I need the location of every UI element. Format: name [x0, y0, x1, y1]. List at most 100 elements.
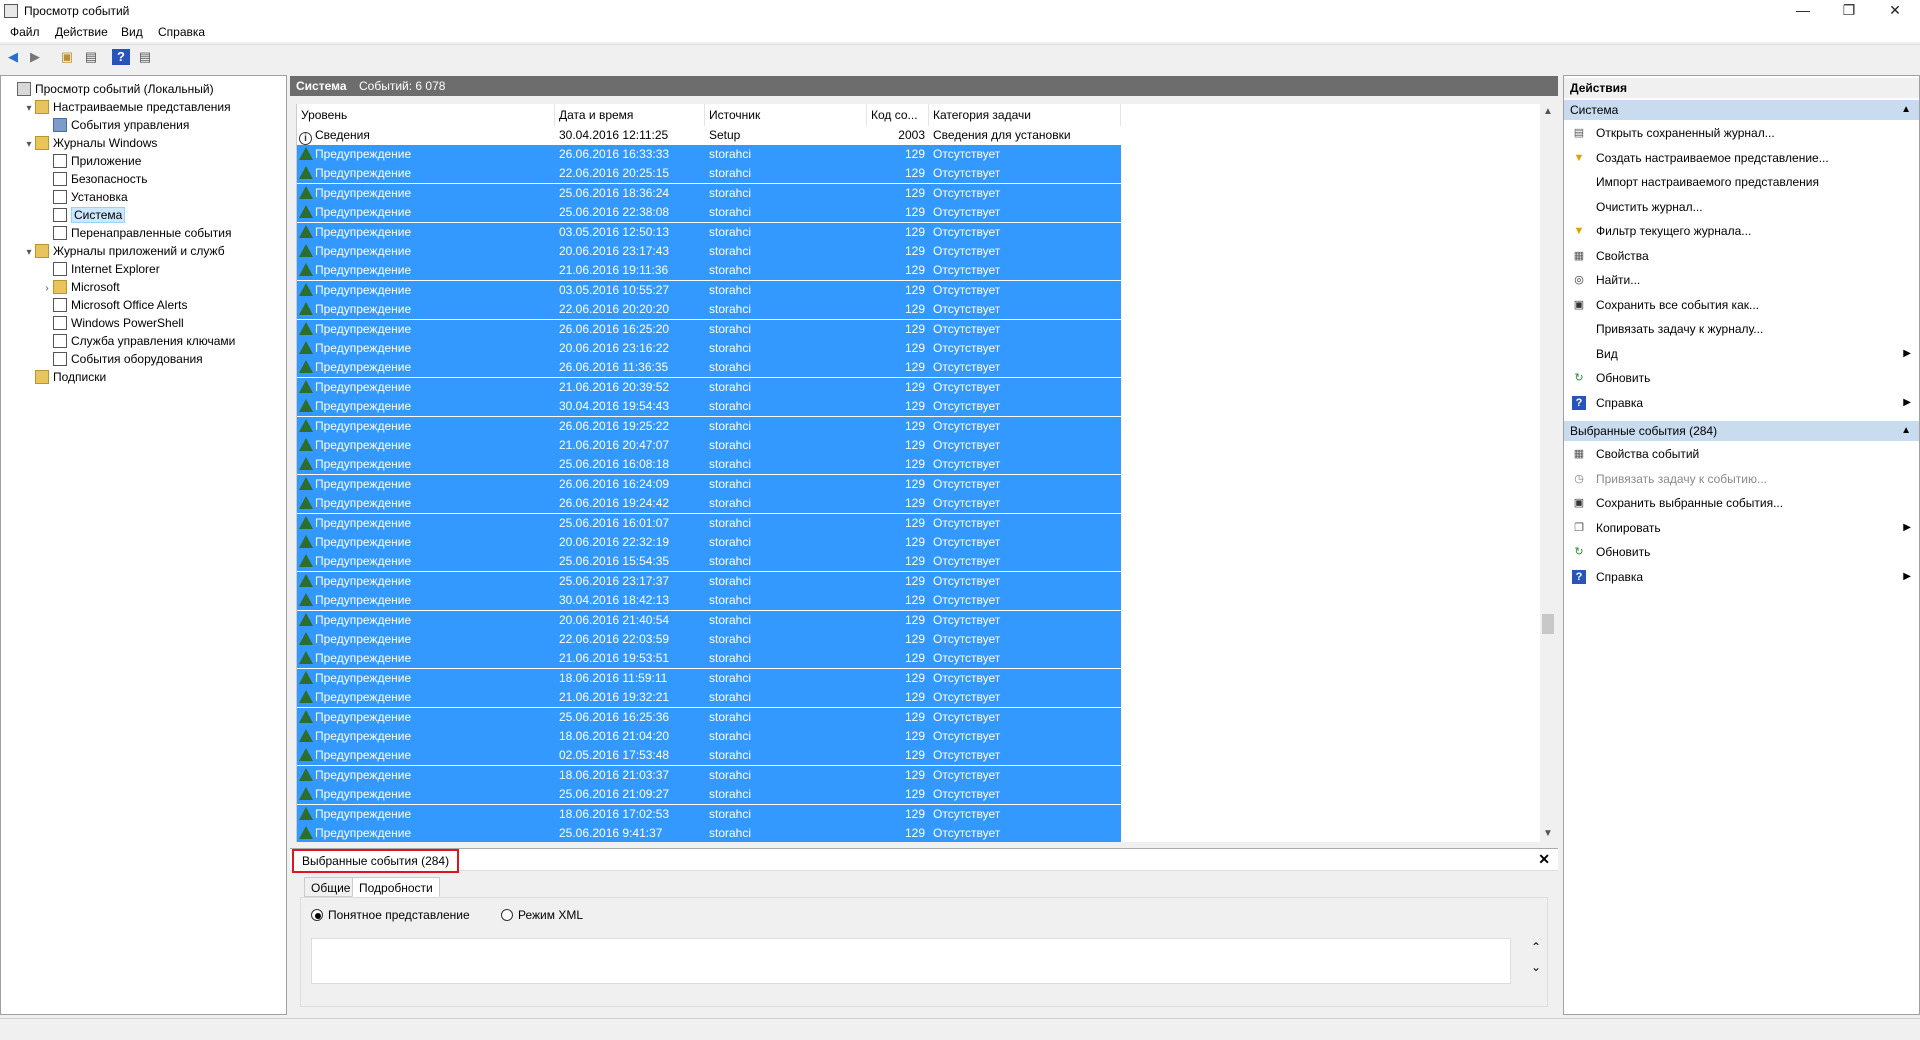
tree-item[interactable]: Просмотр событий (Локальный) — [5, 80, 214, 98]
action-item[interactable]: ▤ Открыть сохраненный журнал... — [1564, 122, 1919, 144]
expander-icon[interactable]: ▾ — [23, 100, 35, 118]
table-row[interactable]: Предупреждение 26.06.2016 16:24:09 storahc… — [297, 474, 1121, 494]
table-row[interactable]: Предупреждение 25.06.2016 18:36:24 storahc… — [297, 183, 1121, 203]
menu-action[interactable]: Действие — [55, 25, 108, 39]
table-row[interactable]: Предупреждение 30.04.2016 18:42:13 storahc… — [297, 591, 1121, 611]
action-item[interactable]: ▼ Создать настраиваемое представление... — [1564, 147, 1919, 169]
table-row[interactable]: Предупреждение 21.06.2016 19:53:51 storahc… — [297, 649, 1121, 669]
action-item[interactable]: ▦ Свойства событий — [1564, 443, 1919, 465]
action-item[interactable]: ▣ Сохранить выбранные события... — [1564, 492, 1919, 514]
action-item[interactable]: ↻ Обновить — [1564, 367, 1919, 389]
table-row[interactable]: Предупреждение 20.06.2016 23:17:43 storahc… — [297, 242, 1121, 261]
tree-item[interactable]: Система — [41, 206, 126, 224]
table-row[interactable]: Предупреждение 20.06.2016 21:40:54 storahc… — [297, 610, 1121, 630]
radio-friendly-view[interactable]: Понятное представление — [311, 908, 470, 922]
tree-item[interactable]: Internet Explorer — [41, 260, 160, 278]
scroll-thumb[interactable] — [1542, 614, 1554, 634]
table-row[interactable]: Предупреждение 22.06.2016 22:03:59 storahc… — [297, 630, 1121, 649]
close-button[interactable]: ✕ — [1872, 0, 1918, 22]
tab-details[interactable]: Подробности — [352, 877, 440, 897]
column-level[interactable]: Уровень — [297, 104, 555, 126]
show-hide-tree-icon[interactable]: ▤ — [82, 49, 100, 65]
actions-section-system[interactable]: Система ▲ — [1564, 100, 1919, 120]
action-item[interactable]: ? Справка ▶ — [1564, 392, 1919, 414]
table-row[interactable]: Предупреждение 25.06.2016 16:25:36 storahc… — [297, 707, 1121, 727]
expander-icon[interactable]: ▾ — [23, 244, 35, 262]
table-row[interactable]: Предупреждение 26.06.2016 16:25:20 storahc… — [297, 319, 1121, 339]
table-row[interactable]: Предупреждение 22.06.2016 20:20:20 storahc… — [297, 300, 1121, 320]
table-row[interactable]: Предупреждение 03.05.2016 10:55:27 storahc… — [297, 280, 1121, 300]
tree-item[interactable]: Установка — [41, 188, 128, 206]
table-row[interactable]: Предупреждение 25.06.2016 21:09:27 storahc… — [297, 785, 1121, 805]
action-item[interactable]: Вид ▶ — [1564, 343, 1919, 365]
forward-icon[interactable]: ▶ — [26, 49, 44, 65]
scroll-up-icon[interactable]: ▲ — [1540, 104, 1556, 120]
actions-section-selected[interactable]: Выбранные события (284) ▲ — [1564, 421, 1919, 441]
table-row[interactable]: Предупреждение 21.06.2016 20:47:07 storahc… — [297, 436, 1121, 455]
table-row[interactable]: Предупреждение 25.06.2016 15:54:35 storahc… — [297, 552, 1121, 572]
up-folder-icon[interactable]: ▣ — [58, 49, 76, 65]
table-row[interactable]: i Сведения 30.04.2016 12:11:25 Setup 2003 Све… — [297, 126, 1121, 145]
tree-item[interactable]: Windows PowerShell — [41, 314, 184, 332]
show-hide-actions-icon[interactable]: ▤ — [136, 49, 154, 65]
tree-item[interactable]: ▾ Журналы Windows — [23, 134, 157, 152]
table-row[interactable]: Предупреждение 25.06.2016 9:41:37 storahci… — [297, 824, 1121, 842]
close-icon[interactable]: ✕ — [1538, 851, 1550, 868]
back-icon[interactable]: ◀ — [4, 49, 22, 65]
action-item[interactable]: ▣ Сохранить все события как... — [1564, 294, 1919, 316]
column-source[interactable]: Источник — [705, 104, 867, 126]
column-task-category[interactable]: Категория задачи — [929, 104, 1121, 126]
menu-view[interactable]: Вид — [121, 25, 143, 39]
action-item[interactable]: ▦ Свойства — [1564, 245, 1919, 267]
tab-general[interactable]: Общие — [304, 877, 358, 897]
action-item[interactable]: Импорт настраиваемого представления — [1564, 171, 1919, 193]
tree-item[interactable]: › Microsoft — [41, 278, 120, 296]
table-row[interactable]: Предупреждение 26.06.2016 16:33:33 storahc… — [297, 145, 1121, 164]
table-row[interactable]: Предупреждение 02.05.2016 17:53:48 storahc… — [297, 746, 1121, 766]
tree-item[interactable]: Microsoft Office Alerts — [41, 296, 187, 314]
table-row[interactable]: Предупреждение 26.06.2016 19:25:22 storahc… — [297, 416, 1121, 436]
table-row[interactable]: Предупреждение 26.06.2016 19:24:42 storahc… — [297, 494, 1121, 514]
table-row[interactable]: Предупреждение 20.06.2016 23:16:22 storahc… — [297, 339, 1121, 358]
column-date[interactable]: Дата и время — [555, 104, 705, 126]
tree-item[interactable]: ▾ Настраиваемые представления — [23, 98, 231, 116]
table-row[interactable]: Предупреждение 26.06.2016 11:36:35 storahc… — [297, 358, 1121, 378]
action-item[interactable]: ❐ Копировать ▶ — [1564, 517, 1919, 539]
table-row[interactable]: Предупреждение 25.06.2016 22:38:08 storahc… — [297, 203, 1121, 223]
table-row[interactable]: Предупреждение 20.06.2016 22:32:19 storahc… — [297, 533, 1121, 552]
table-row[interactable]: Предупреждение 25.06.2016 16:01:07 storahc… — [297, 513, 1121, 533]
restore-button[interactable]: ❐ — [1826, 0, 1872, 22]
table-row[interactable]: Предупреждение 18.06.2016 21:03:37 storahc… — [297, 765, 1121, 785]
collapse-icon[interactable]: ▲ — [1901, 100, 1911, 120]
action-item[interactable]: Очистить журнал... — [1564, 196, 1919, 218]
table-row[interactable]: Предупреждение 18.06.2016 11:59:11 storahc… — [297, 668, 1121, 688]
table-row[interactable]: Предупреждение 03.05.2016 12:50:13 storahc… — [297, 222, 1121, 242]
action-item[interactable]: ? Справка ▶ — [1564, 566, 1919, 588]
tree-item[interactable]: Подписки — [23, 368, 106, 386]
events-scrollbar[interactable]: ▲ ▼ — [1540, 104, 1556, 842]
chevron-down-icon[interactable]: ⌄ — [1531, 960, 1541, 974]
table-row[interactable]: Предупреждение 18.06.2016 17:02:53 storahc… — [297, 804, 1121, 824]
tree-item[interactable]: Безопасность — [41, 170, 148, 188]
table-row[interactable]: Предупреждение 22.06.2016 20:25:15 storahc… — [297, 164, 1121, 184]
tree-item[interactable]: Приложение — [41, 152, 141, 170]
menu-help[interactable]: Справка — [158, 25, 205, 39]
table-row[interactable]: Предупреждение 21.06.2016 19:11:36 storahc… — [297, 261, 1121, 281]
help-icon[interactable]: ? — [112, 49, 130, 65]
table-row[interactable]: Предупреждение 25.06.2016 16:08:18 storahc… — [297, 455, 1121, 475]
tree-item[interactable]: Служба управления ключами — [41, 332, 235, 350]
table-row[interactable]: Предупреждение 21.06.2016 19:32:21 storahc… — [297, 688, 1121, 708]
event-details-box[interactable] — [311, 938, 1511, 984]
table-row[interactable]: Предупреждение 25.06.2016 23:17:37 storahc… — [297, 571, 1121, 591]
scroll-down-icon[interactable]: ▼ — [1540, 826, 1556, 842]
action-item[interactable]: ↻ Обновить — [1564, 541, 1919, 563]
table-row[interactable]: Предупреждение 21.06.2016 20:39:52 storahc… — [297, 377, 1121, 397]
minimize-button[interactable]: — — [1780, 0, 1826, 22]
action-item[interactable]: ◷ Привязать задачу к событию... — [1564, 468, 1919, 490]
tree-item[interactable]: События управления — [41, 116, 189, 134]
tree-item[interactable]: Перенаправленные события — [41, 224, 231, 242]
tree-item[interactable]: События оборудования — [41, 350, 203, 368]
table-row[interactable]: Предупреждение 18.06.2016 21:04:20 storahc… — [297, 727, 1121, 746]
chevron-up-icon[interactable]: ⌃ — [1531, 940, 1541, 954]
collapse-icon[interactable]: ▲ — [1901, 421, 1911, 441]
